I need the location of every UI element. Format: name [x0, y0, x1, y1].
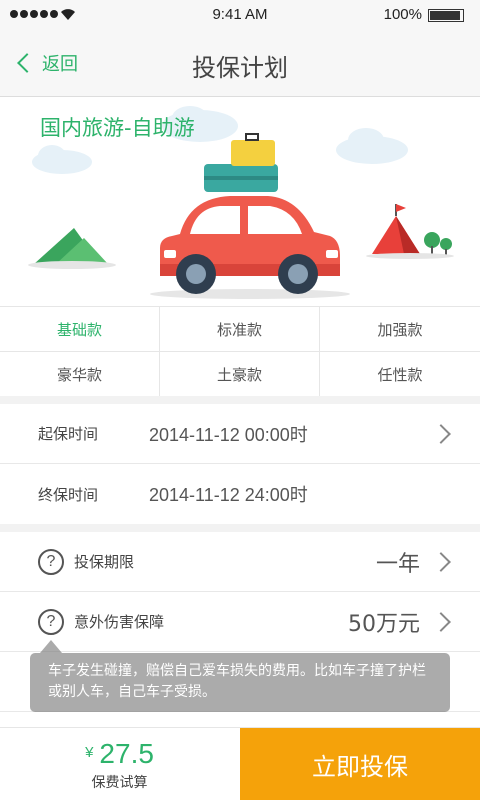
start-time-row[interactable]: 起保时间 2014-11-12 00:00时 — [0, 404, 480, 464]
price-summary: ¥27.5 保费试算 — [0, 728, 239, 800]
start-time-label: 起保时间 — [38, 425, 99, 443]
chevron-right-icon — [431, 423, 451, 444]
injury-row[interactable]: ? 意外伤害保障 50万元 — [0, 592, 480, 652]
plan-option-tuhao[interactable]: 土豪款 — [160, 352, 320, 397]
status-bar: 9:41 AM 100% — [0, 0, 480, 30]
page-title: 投保计划 — [192, 54, 288, 82]
plan-option-enhanced[interactable]: 加强款 — [320, 307, 480, 352]
banner: 国内旅游-自助游 — [0, 98, 480, 306]
term-label: 投保期限 — [74, 553, 135, 571]
premium-label: 保费试算 — [91, 775, 148, 791]
plan-options: 基础款 标准款 加强款 豪华款 土豪款 任性款 — [0, 306, 480, 397]
chevron-right-icon — [431, 611, 451, 632]
plan-option-standard[interactable]: 标准款 — [160, 307, 320, 352]
help-tooltip: 车子发生碰撞，赔偿自己爱车损失的费用。比如车子撞了护栏或别人车，自己车子受损。 — [30, 653, 450, 712]
section-divider — [0, 524, 480, 532]
premium-price: 27.5 — [99, 738, 154, 769]
battery-icon — [428, 9, 464, 22]
question-icon[interactable]: ? — [38, 548, 64, 575]
term-value: 一年 — [375, 551, 420, 577]
chevron-right-icon — [431, 551, 451, 572]
nav-bar: 返回 投保计划 — [0, 30, 480, 97]
injury-label: 意外伤害保障 — [74, 613, 165, 631]
footer-bar: ¥27.5 保费试算 立即投保 — [0, 727, 480, 800]
end-time-label: 终保时间 — [38, 485, 99, 504]
buy-now-button[interactable]: 立即投保 — [240, 728, 480, 800]
plan-option-willful[interactable]: 任性款 — [320, 352, 480, 397]
term-row[interactable]: ? 投保期限 一年 — [0, 532, 480, 592]
end-time-row: 终保时间 2014-11-12 24:00时 — [0, 464, 480, 524]
tooltip-arrow — [40, 640, 62, 653]
plan-option-basic[interactable]: 基础款 — [0, 307, 160, 352]
start-time-value: 2014-11-12 00:00时 — [149, 424, 308, 445]
currency-symbol: ¥ — [85, 744, 94, 761]
injury-value: 50万元 — [348, 611, 420, 637]
end-time-value: 2014-11-12 24:00时 — [149, 485, 308, 505]
plan-option-luxury[interactable]: 豪华款 — [0, 352, 160, 397]
banner-title: 国内旅游-自助游 — [40, 116, 195, 140]
battery-percent: 100% — [383, 6, 422, 23]
section-divider — [0, 396, 480, 404]
question-icon[interactable]: ? — [38, 608, 64, 635]
